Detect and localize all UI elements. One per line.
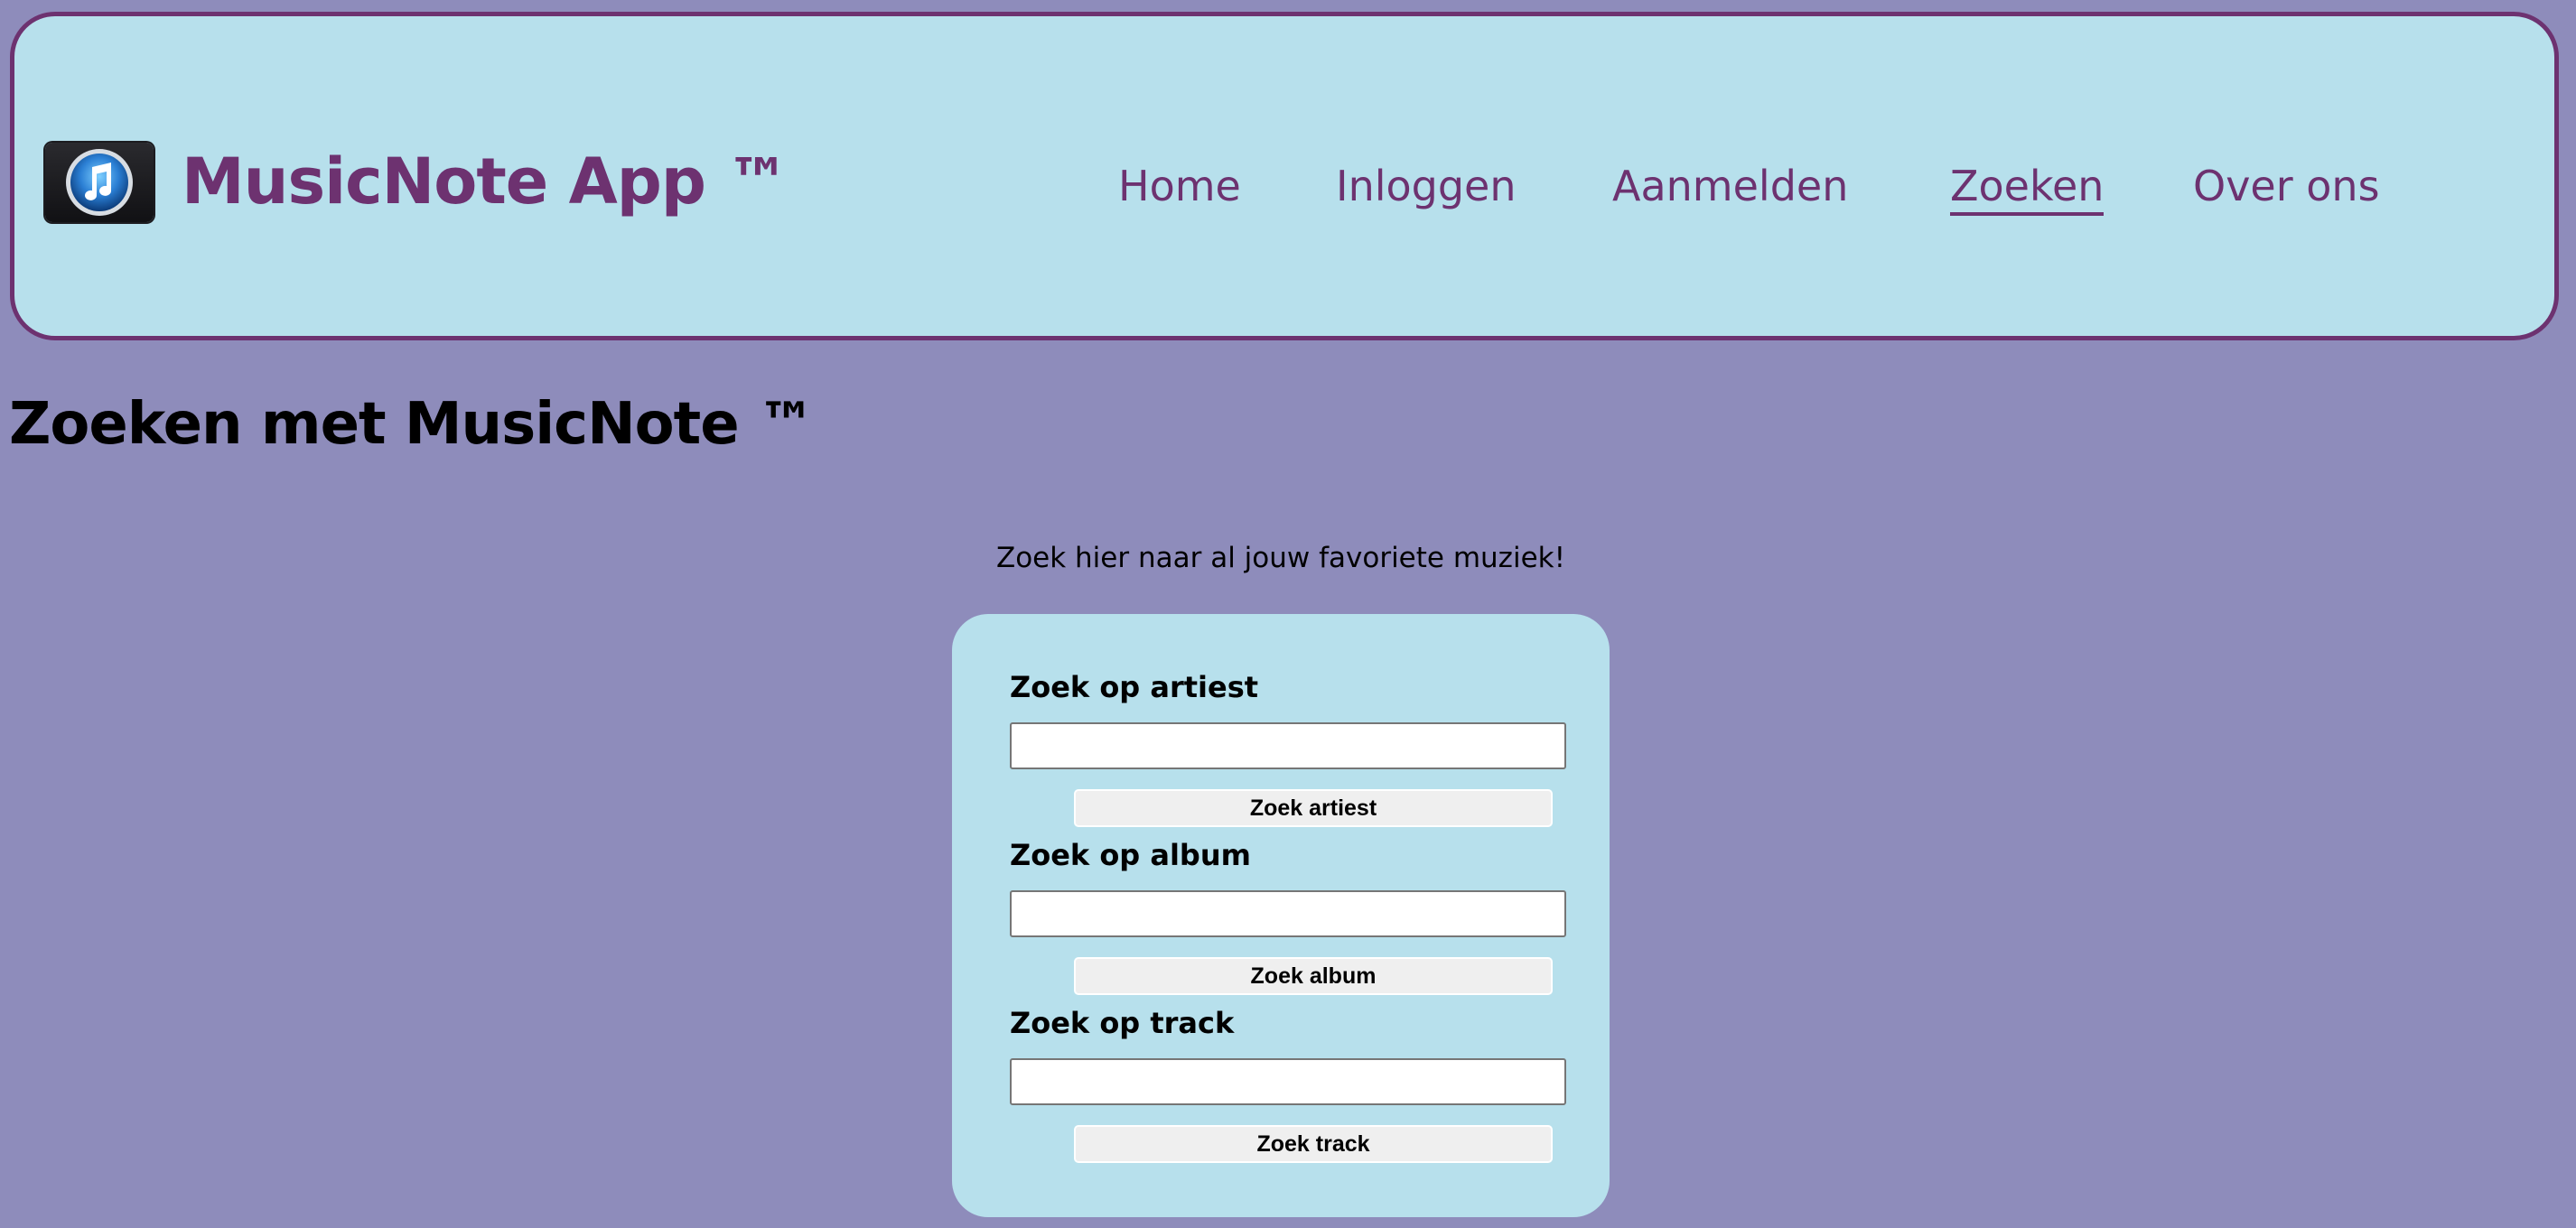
track-search-input[interactable] — [1010, 1058, 1566, 1105]
search-track-button[interactable]: Zoek track — [1074, 1125, 1553, 1163]
search-artist-button[interactable]: Zoek artiest — [1074, 789, 1553, 827]
main-nav: Home Inloggen Aanmelden Zoeken Over ons — [14, 165, 2554, 219]
nav-over-ons[interactable]: Over ons — [2193, 165, 2380, 207]
page-title: Zoeken met MusicNote ™ — [9, 391, 816, 458]
search-form: Zoek op artiest Zoek artiest Zoek op alb… — [952, 614, 1610, 1217]
nav-aanmelden[interactable]: Aanmelden — [1612, 165, 1848, 207]
nav-inloggen[interactable]: Inloggen — [1336, 165, 1517, 207]
album-search-label: Zoek op album — [1010, 838, 1251, 872]
track-search-label: Zoek op track — [1010, 1006, 1235, 1040]
intro-text: Zoek hier naar al jouw favoriete muziek! — [995, 542, 1566, 574]
nav-zoeken[interactable]: Zoeken — [1950, 165, 2105, 216]
search-album-button[interactable]: Zoek album — [1074, 957, 1553, 995]
artist-search-label: Zoek op artiest — [1010, 670, 1259, 704]
artist-search-input[interactable] — [1010, 722, 1566, 769]
site-header: MusicNote App ™ Home Inloggen Aanmelden … — [10, 12, 2559, 340]
album-search-input[interactable] — [1010, 890, 1566, 937]
nav-home[interactable]: Home — [1118, 165, 1241, 207]
